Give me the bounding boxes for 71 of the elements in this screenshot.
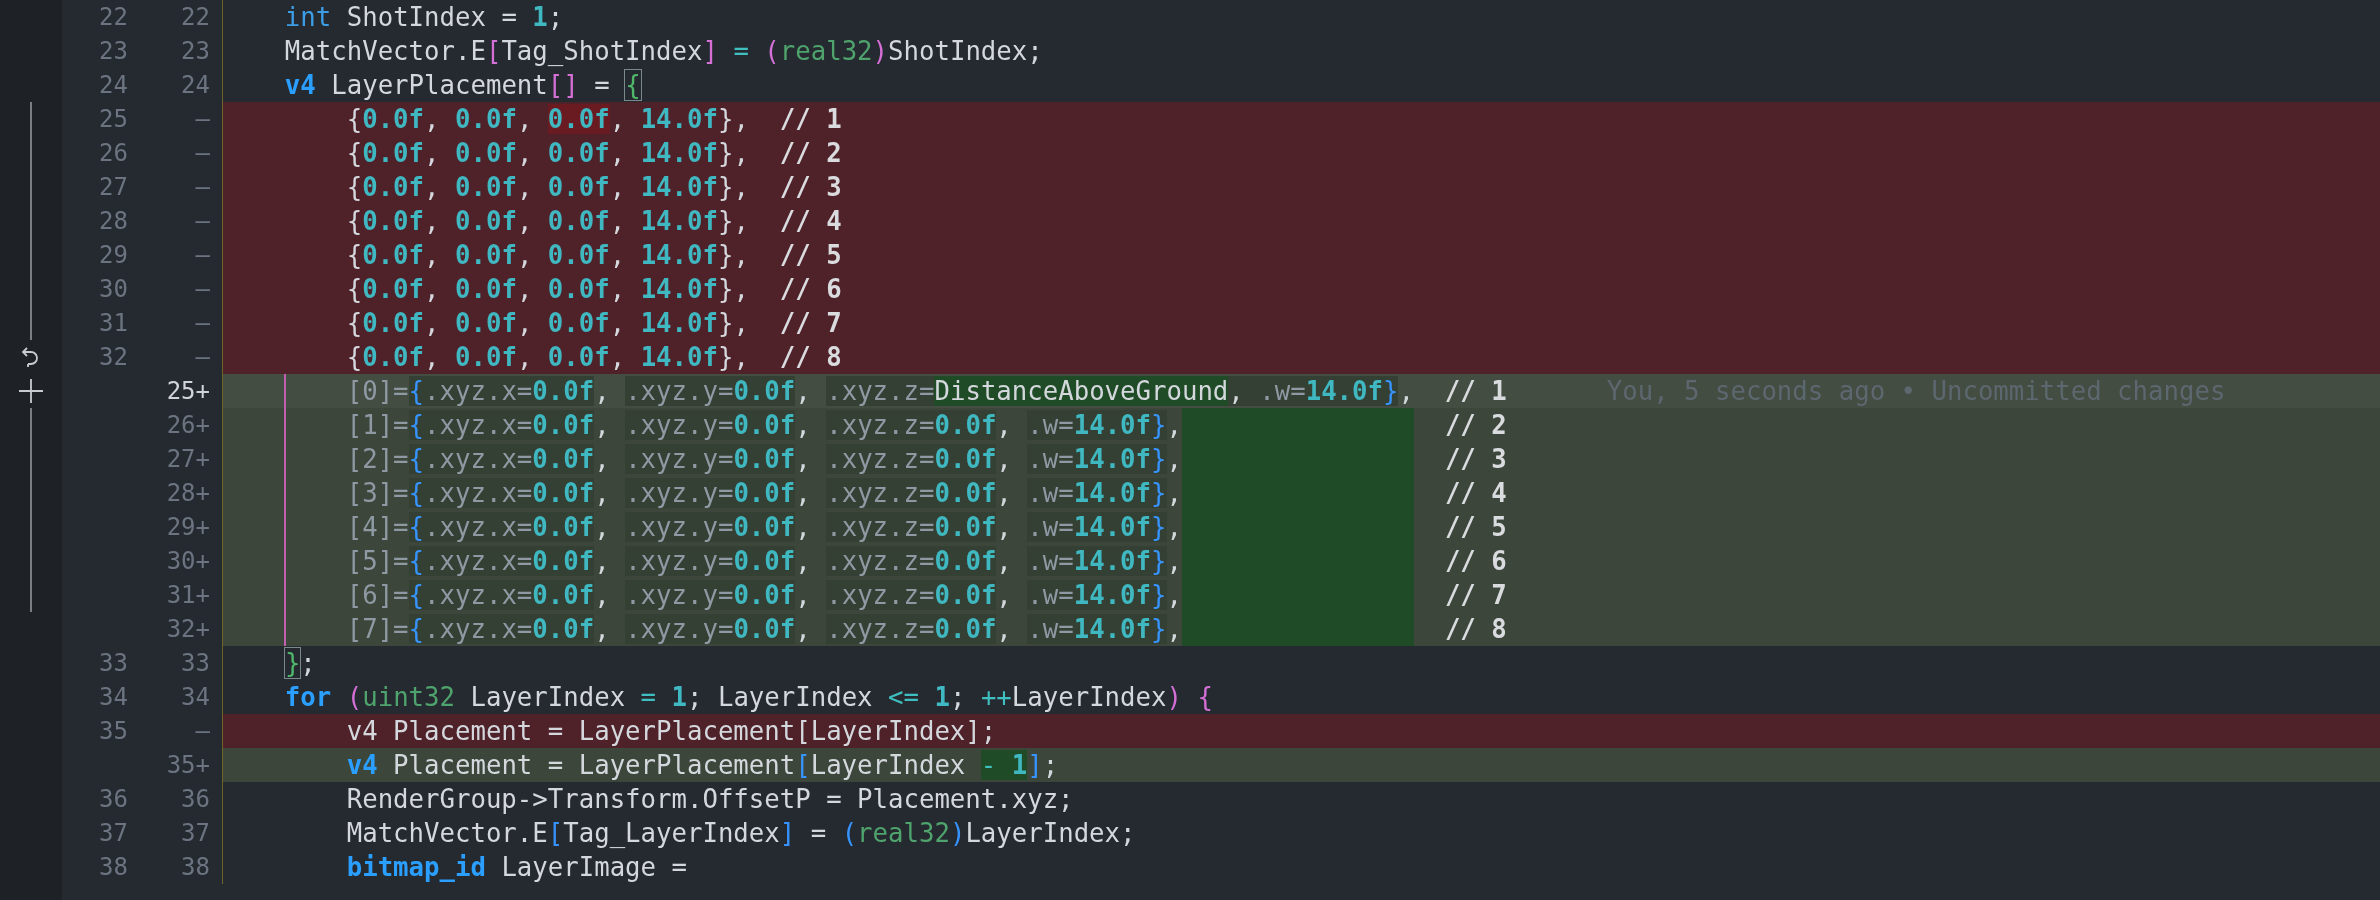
line-number: 32 [99, 342, 128, 373]
code-line: [0]={.xyz.x=0.0f, .xyz.y=0.0f, .xyz.z=DistanceAboveGround, .w=14.0f}, // 1 [345, 375, 1507, 408]
code-line: v4 Placement = LayerPlacement[LayerIndex]; [345, 715, 997, 748]
line-number: 27+ [166, 444, 210, 475]
code-line: {0.0f, 0.0f, 0.0f, 14.0f}, // 1 [345, 103, 842, 136]
line-number: 26 [99, 138, 128, 169]
line-number: 24 [181, 70, 210, 101]
line-number: 30 [99, 274, 128, 305]
line-number: 33 [99, 648, 128, 679]
line-number: — [195, 172, 210, 203]
code-line: {0.0f, 0.0f, 0.0f, 14.0f}, // 8 [345, 341, 842, 374]
line-number: 28 [99, 206, 128, 237]
line-number: — [195, 342, 210, 373]
line-number: 28+ [166, 478, 210, 509]
code-line: }; [283, 647, 316, 680]
code-line: [3]={.xyz.x=0.0f, .xyz.y=0.0f, .xyz.z=0.0f, .w=14.0f}, // 4 [345, 476, 1507, 510]
line-number: 29 [99, 240, 128, 271]
line-number: 35+ [166, 750, 210, 781]
line-number: 31 [99, 308, 128, 339]
code-line: MatchVector.E[Tag_LayerIndex] = (real32)LayerIndex; [345, 817, 1136, 850]
line-number: 29+ [166, 512, 210, 543]
line-number: 35 [99, 716, 128, 747]
line-number: 36 [99, 784, 128, 815]
line-number: 33 [181, 648, 210, 679]
code-line: MatchVector.E[Tag_ShotIndex] = (real32)ShotIndex; [283, 35, 1043, 68]
line-number: 22 [99, 2, 128, 33]
line-number: 37 [181, 818, 210, 849]
line-number: — [195, 716, 210, 747]
code-line: bitmap_id LayerImage = [345, 851, 687, 884]
line-number: 23 [99, 36, 128, 67]
line-number: 31+ [166, 580, 210, 611]
line-number: 32+ [166, 614, 210, 645]
line-number: 30+ [166, 546, 210, 577]
line-number: 23 [181, 36, 210, 67]
line-number: — [195, 240, 210, 271]
code-line: [7]={.xyz.x=0.0f, .xyz.y=0.0f, .xyz.z=0.0f, .w=14.0f}, // 8 [345, 612, 1507, 646]
line-number: 27 [99, 172, 128, 203]
line-number: 34 [99, 682, 128, 713]
line-number: — [195, 138, 210, 169]
code-line: v4 Placement = LayerPlacement[LayerIndex - 1]; [345, 749, 1059, 782]
code-line: {0.0f, 0.0f, 0.0f, 14.0f}, // 2 [345, 137, 842, 170]
code-line: int ShotIndex = 1; [283, 1, 564, 34]
code-line: RenderGroup->Transform.OffsetP = Placement.xyz; [345, 783, 1074, 816]
undo-icon[interactable] [21, 345, 41, 369]
line-number: — [195, 104, 210, 135]
code-line: [1]={.xyz.x=0.0f, .xyz.y=0.0f, .xyz.z=0.0f, .w=14.0f}, // 2 [345, 408, 1507, 442]
line-number: 25+ [166, 376, 210, 407]
line-number: 26+ [166, 410, 210, 441]
line-number: 36 [181, 784, 210, 815]
line-number: — [195, 206, 210, 237]
line-number: 34 [181, 682, 210, 713]
line-number: 37 [99, 818, 128, 849]
code-line: [2]={.xyz.x=0.0f, .xyz.y=0.0f, .xyz.z=0.0f, .w=14.0f}, // 3 [345, 442, 1507, 476]
code-line: {0.0f, 0.0f, 0.0f, 14.0f}, // 7 [345, 307, 842, 340]
plus-icon[interactable] [18, 378, 44, 404]
line-number: — [195, 274, 210, 305]
code-line: [5]={.xyz.x=0.0f, .xyz.y=0.0f, .xyz.z=0.0f, .w=14.0f}, // 6 [345, 544, 1507, 578]
code-line: for (uint32 LayerIndex = 1; LayerIndex <= 1; ++LayerIndex) { [283, 681, 1213, 714]
code-line: v4 LayerPlacement[] = { [283, 69, 641, 102]
code-line: {0.0f, 0.0f, 0.0f, 14.0f}, // 6 [345, 273, 842, 306]
code-line: [6]={.xyz.x=0.0f, .xyz.y=0.0f, .xyz.z=0.0f, .w=14.0f}, // 7 [345, 578, 1507, 612]
code-line: {0.0f, 0.0f, 0.0f, 14.0f}, // 5 [345, 239, 842, 272]
line-number: 24 [99, 70, 128, 101]
line-number: 25 [99, 104, 128, 135]
line-number: — [195, 308, 210, 339]
line-number: 38 [181, 852, 210, 883]
line-number: 22 [181, 2, 210, 33]
code-line: [4]={.xyz.x=0.0f, .xyz.y=0.0f, .xyz.z=0.0f, .w=14.0f}, // 5 [345, 510, 1507, 544]
line-number: 38 [99, 852, 128, 883]
code-line: {0.0f, 0.0f, 0.0f, 14.0f}, // 4 [345, 205, 842, 238]
code-line: {0.0f, 0.0f, 0.0f, 14.0f}, // 3 [345, 171, 842, 204]
